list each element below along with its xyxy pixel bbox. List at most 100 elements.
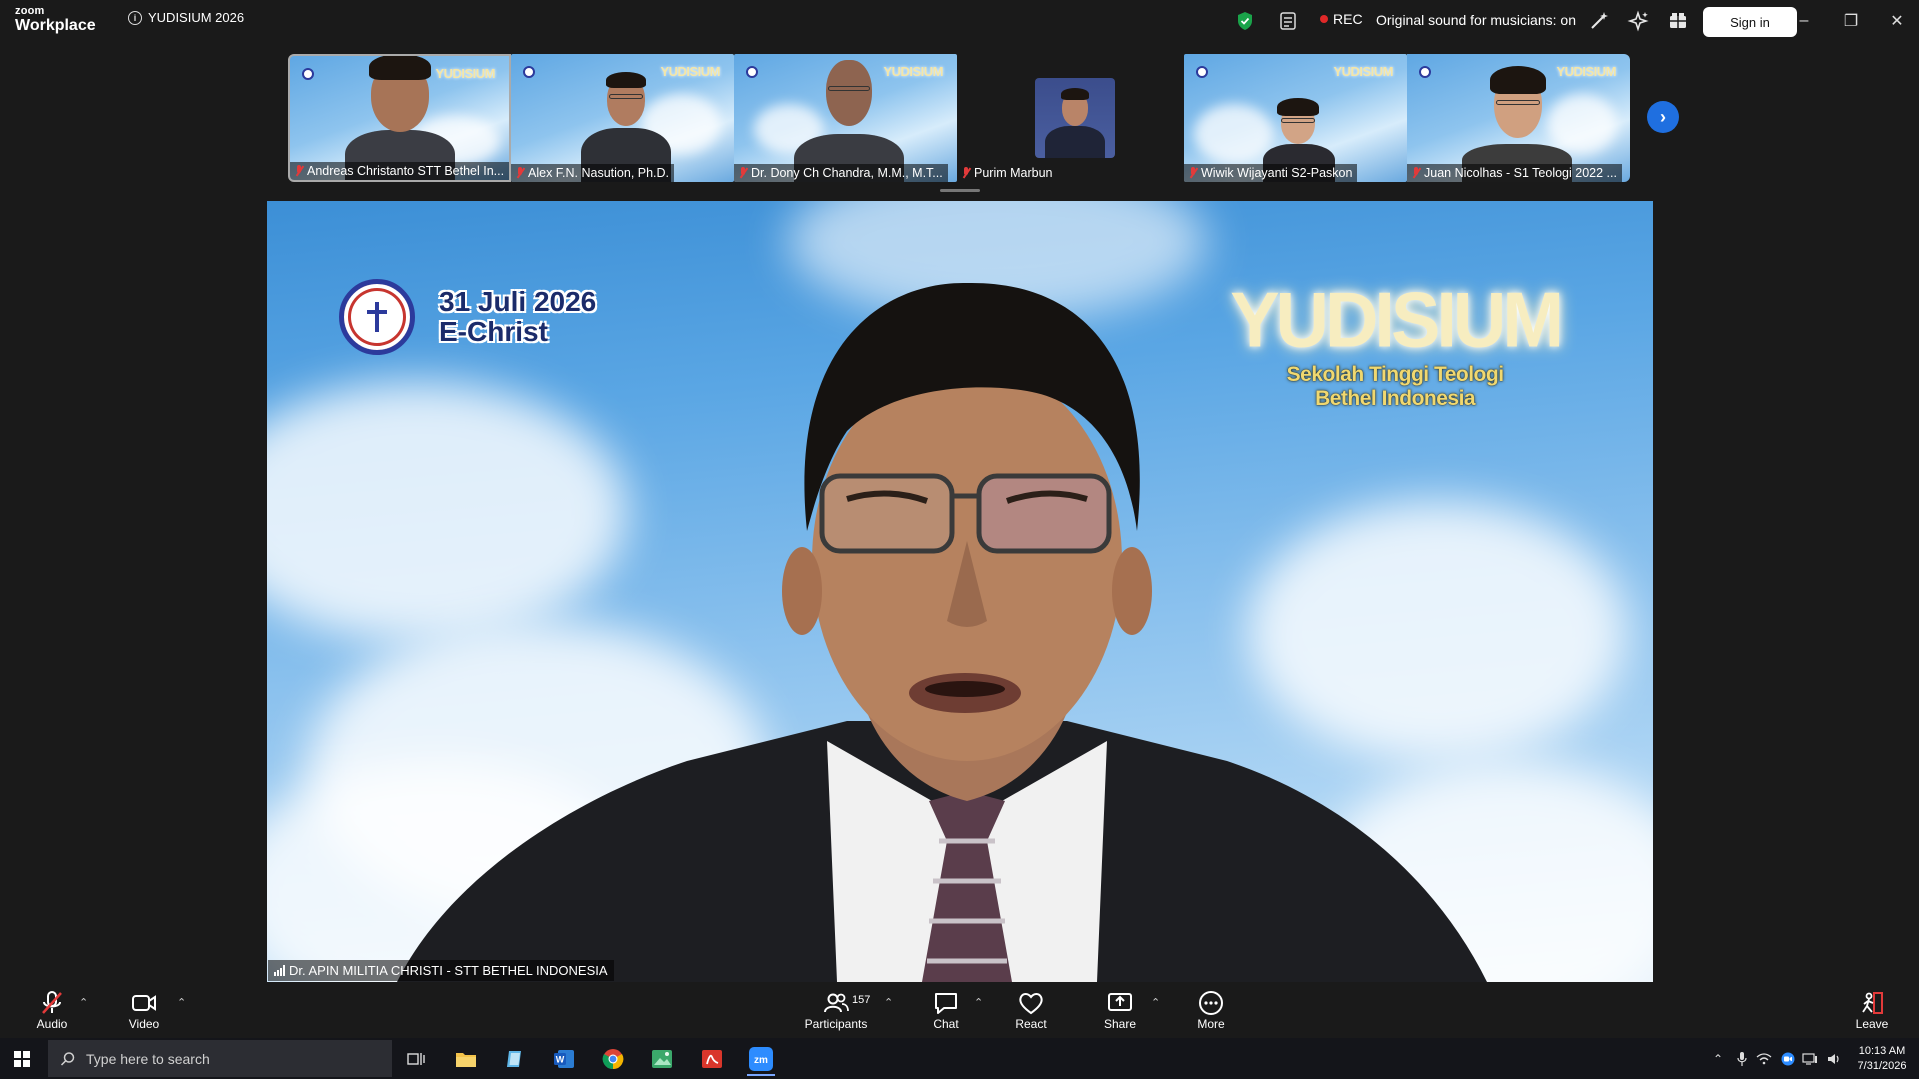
resize-handle[interactable] bbox=[940, 189, 980, 192]
pdf-reader-app-icon[interactable] bbox=[692, 1042, 732, 1076]
more-button[interactable]: More bbox=[1176, 990, 1246, 1031]
logo-icon bbox=[746, 66, 758, 78]
chat-bubble-icon bbox=[935, 993, 957, 1014]
clock-date: 7/31/2026 bbox=[1857, 1060, 1907, 1072]
file-explorer-icon[interactable] bbox=[446, 1042, 486, 1076]
logo-icon bbox=[1196, 66, 1208, 78]
close-icon[interactable]: ✕ bbox=[1882, 8, 1912, 34]
mic-muted-icon bbox=[961, 167, 971, 179]
participant-thumbnails: YUDISIUM Andreas Christanto STT Bethel I… bbox=[288, 54, 1632, 182]
meeting-info[interactable]: i YUDISIUM 2026 bbox=[128, 10, 244, 25]
mic-muted-icon bbox=[42, 991, 62, 1014]
leave-door-icon bbox=[1862, 992, 1883, 1014]
sign-in-button[interactable]: Sign in bbox=[1703, 7, 1797, 37]
participant-tile[interactable]: YUDISIUM Juan Nicolhas - S1 Teologi 2022… bbox=[1407, 54, 1630, 182]
leave-button[interactable]: Leave bbox=[1837, 990, 1907, 1031]
windows-start-icon[interactable] bbox=[14, 1051, 30, 1067]
zoom-tray-icon[interactable] bbox=[1780, 1051, 1796, 1067]
participant-tile[interactable]: YUDISIUM Dr. Dony Ch Chandra, M.M., M.T.… bbox=[734, 54, 957, 182]
brand-small: zoom bbox=[15, 5, 45, 17]
word-app-icon[interactable]: W bbox=[544, 1042, 584, 1076]
security-shield-icon[interactable] bbox=[1236, 11, 1254, 31]
mic-muted-icon bbox=[1411, 167, 1421, 179]
participant-video bbox=[581, 54, 671, 182]
participant-tile[interactable]: YUDISIUM Wiwik Wijayanti S2-Paskon bbox=[1184, 54, 1407, 182]
participant-video bbox=[1259, 54, 1339, 182]
taskbar-search-input[interactable]: Type here to search bbox=[48, 1040, 392, 1077]
zoom-window: zoom Workplace i YUDISIUM 2026 REC Origi… bbox=[0, 0, 1919, 1079]
notepad-app-icon[interactable] bbox=[495, 1042, 535, 1076]
mic-muted-icon bbox=[738, 167, 748, 179]
volume-tray-icon[interactable] bbox=[1826, 1051, 1842, 1067]
windows-taskbar: Type here to search W zm ⌃ 10:13 AM 7/31… bbox=[0, 1038, 1919, 1079]
react-button[interactable]: React bbox=[996, 990, 1066, 1031]
signal-strength-icon bbox=[274, 965, 285, 976]
participants-icon bbox=[824, 993, 849, 1013]
participants-count: 157 bbox=[852, 994, 871, 1006]
task-view-icon[interactable] bbox=[396, 1042, 436, 1076]
apps-icon[interactable] bbox=[1667, 10, 1689, 32]
chat-options-caret-icon[interactable]: ⌃ bbox=[974, 996, 983, 1009]
more-dots-icon bbox=[1199, 991, 1223, 1015]
chrome-app-icon[interactable] bbox=[593, 1042, 633, 1076]
participant-tile[interactable]: YUDISIUM Alex F.N. Nasution, Ph.D. bbox=[511, 54, 734, 182]
search-placeholder: Type here to search bbox=[86, 1050, 210, 1067]
video-camera-icon bbox=[132, 995, 156, 1011]
participants-options-caret-icon[interactable]: ⌃ bbox=[884, 996, 893, 1009]
network-tray-icon[interactable] bbox=[1756, 1051, 1772, 1067]
audio-button[interactable]: Audio bbox=[17, 990, 87, 1031]
next-page-chevron-right-icon[interactable]: › bbox=[1647, 101, 1679, 133]
mic-muted-icon bbox=[294, 165, 304, 177]
logo-icon bbox=[523, 66, 535, 78]
participant-name: Dr. Dony Ch Chandra, M.M., M.T... bbox=[734, 164, 948, 182]
participant-name: Andreas Christanto STT Bethel In... bbox=[290, 162, 509, 180]
video-button[interactable]: Video bbox=[109, 990, 179, 1031]
participant-video bbox=[1462, 54, 1572, 182]
taskbar-clock[interactable]: 10:13 AM 7/31/2026 bbox=[1854, 1044, 1910, 1074]
clock-time: 10:13 AM bbox=[1858, 1045, 1906, 1057]
record-dot-icon bbox=[1320, 15, 1328, 23]
zoom-app-icon[interactable]: zm bbox=[741, 1042, 781, 1076]
meeting-title: YUDISIUM 2026 bbox=[148, 10, 245, 25]
svg-text:W: W bbox=[556, 1055, 565, 1065]
original-sound-status[interactable]: Original sound for musicians: on bbox=[1376, 12, 1576, 28]
svg-text:zm: zm bbox=[754, 1055, 768, 1066]
ai-companion-icon[interactable] bbox=[1627, 10, 1649, 32]
rec-label: REC bbox=[1333, 11, 1363, 27]
active-speaker-name: Dr. APIN MILITIA CHRISTI - STT BETHEL IN… bbox=[268, 960, 614, 981]
participant-name: Wiwik Wijayanti S2-Paskon bbox=[1184, 164, 1358, 182]
share-button[interactable]: Share bbox=[1085, 990, 1155, 1031]
info-icon[interactable]: i bbox=[128, 10, 142, 25]
recording-indicator[interactable]: REC bbox=[1320, 11, 1363, 27]
participant-tile[interactable]: Purim Marbun bbox=[957, 54, 1180, 182]
chat-button[interactable]: Chat bbox=[911, 990, 981, 1031]
participant-tile[interactable]: YUDISIUM Andreas Christanto STT Bethel I… bbox=[288, 54, 511, 182]
video-options-caret-icon[interactable]: ⌃ bbox=[177, 996, 186, 1009]
minimize-icon[interactable]: – bbox=[1789, 8, 1819, 34]
title-bar: zoom Workplace i YUDISIUM 2026 REC Origi… bbox=[0, 0, 1919, 42]
mic-muted-icon bbox=[515, 167, 525, 179]
microphone-tray-icon[interactable] bbox=[1734, 1051, 1750, 1067]
display-tray-icon[interactable] bbox=[1802, 1051, 1818, 1067]
magic-wand-icon[interactable] bbox=[1588, 10, 1610, 32]
participant-name: Alex F.N. Nasution, Ph.D. bbox=[511, 164, 675, 182]
yudisium-mini-logo: YUDISIUM bbox=[1333, 64, 1393, 79]
meeting-controls: Audio ⌃ Video ⌃ Participants 157 ⌃ Chat … bbox=[0, 982, 1919, 1038]
heart-icon bbox=[1019, 993, 1043, 1015]
mic-muted-icon bbox=[1188, 167, 1198, 179]
tray-overflow-chevron-icon[interactable]: ⌃ bbox=[1710, 1051, 1726, 1067]
active-speaker-video[interactable]: 31 Juli 2026 E-Christ YUDISIUM Sekolah T… bbox=[267, 201, 1653, 982]
image-viewer-app-icon[interactable] bbox=[642, 1042, 682, 1076]
notes-icon[interactable] bbox=[1278, 11, 1298, 31]
restore-icon[interactable]: ❐ bbox=[1836, 8, 1866, 34]
participant-avatar bbox=[1035, 78, 1115, 158]
app-logo: zoom Workplace bbox=[15, 6, 96, 34]
participant-video bbox=[794, 54, 904, 182]
participant-name: Purim Marbun bbox=[957, 164, 1058, 182]
share-options-caret-icon[interactable]: ⌃ bbox=[1151, 996, 1160, 1009]
audio-options-caret-icon[interactable]: ⌃ bbox=[79, 996, 88, 1009]
logo-icon bbox=[1419, 66, 1431, 78]
share-screen-icon bbox=[1108, 993, 1132, 1011]
search-icon bbox=[60, 1051, 75, 1066]
logo-icon bbox=[302, 68, 314, 80]
